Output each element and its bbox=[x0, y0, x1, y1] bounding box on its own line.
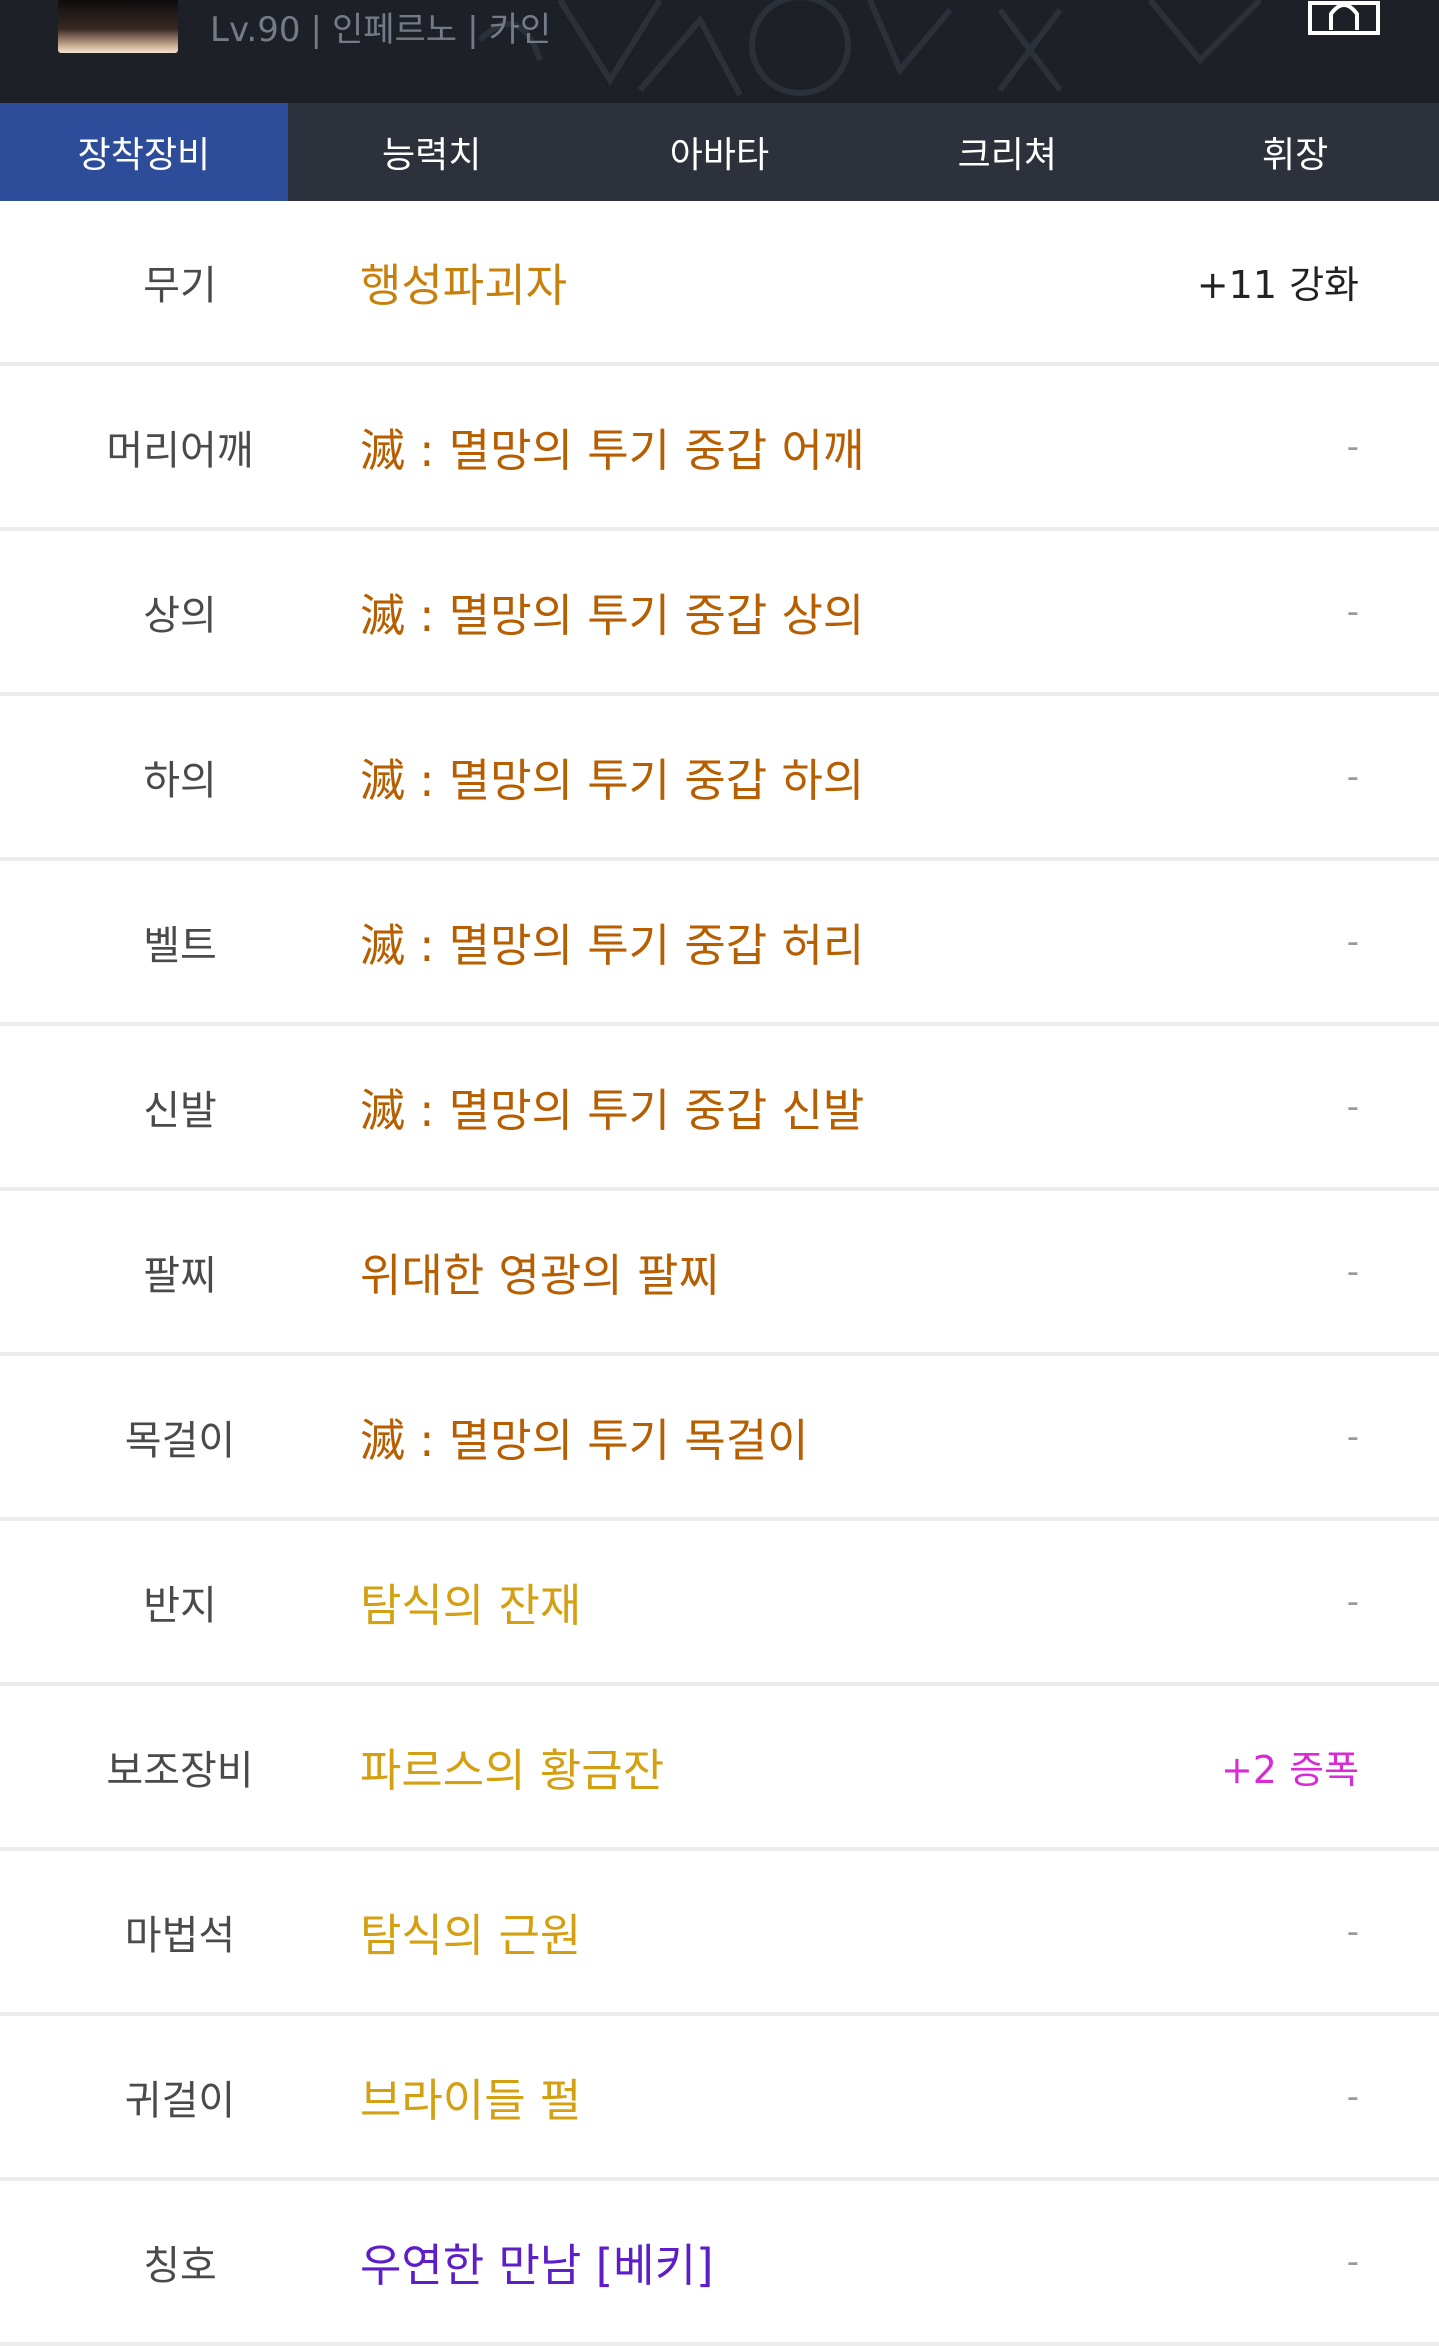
item-name[interactable]: 滅 : 멸망의 투기 중갑 허리 bbox=[360, 861, 864, 1022]
item-name[interactable]: 파르스의 황금잔 bbox=[360, 1686, 664, 1847]
character-server: 카인 bbox=[488, 10, 552, 50]
item-name[interactable]: 탐식의 잔재 bbox=[360, 1521, 581, 1682]
slot-label: 상의 bbox=[143, 592, 217, 639]
slot-label: 칭호 bbox=[143, 2242, 217, 2289]
character-avatar[interactable] bbox=[58, 0, 178, 53]
equipment-row-shoulder[interactable]: 머리어깨 滅 : 멸망의 투기 중갑 어깨 - bbox=[0, 366, 1439, 531]
item-name[interactable]: 브라이들 펄 bbox=[360, 2016, 581, 2177]
item-name[interactable]: 滅 : 멸망의 투기 중갑 신발 bbox=[360, 1026, 864, 1187]
slot-label: 하의 bbox=[143, 757, 217, 804]
equipment-row-top[interactable]: 상의 滅 : 멸망의 투기 중갑 상의 - bbox=[0, 531, 1439, 696]
info-separator: | bbox=[467, 10, 479, 50]
slot-label: 반지 bbox=[143, 1582, 217, 1629]
reinforce-level: +11 강화 bbox=[1196, 263, 1359, 307]
slot-label: 마법석 bbox=[124, 1912, 236, 1959]
reinforce-level: +2 증폭 bbox=[1220, 1748, 1359, 1792]
character-info: Lv.90 | 인페르노 | 카인 bbox=[210, 6, 551, 54]
shopping-bag-icon[interactable] bbox=[1307, 0, 1381, 36]
equipment-row-magic-stone[interactable]: 마법석 탐식의 근원 - bbox=[0, 1851, 1439, 2016]
slot-label: 보조장비 bbox=[106, 1747, 254, 1794]
slot-label: 머리어깨 bbox=[106, 427, 254, 474]
equipment-row-bracelet[interactable]: 팔찌 위대한 영광의 팔찌 - bbox=[0, 1191, 1439, 1356]
equipment-row-earring[interactable]: 귀걸이 브라이들 펄 - bbox=[0, 2016, 1439, 2181]
item-name[interactable]: 滅 : 멸망의 투기 중갑 상의 bbox=[360, 531, 864, 692]
info-separator: | bbox=[310, 10, 322, 50]
item-name[interactable]: 탐식의 근원 bbox=[360, 1851, 581, 2012]
equipment-row-necklace[interactable]: 목걸이 滅 : 멸망의 투기 목걸이 - bbox=[0, 1356, 1439, 1521]
slot-label: 벨트 bbox=[143, 922, 217, 969]
slot-label: 목걸이 bbox=[124, 1417, 236, 1464]
equipment-row-ring[interactable]: 반지 탐식의 잔재 - bbox=[0, 1521, 1439, 1686]
slot-label: 귀걸이 bbox=[124, 2077, 236, 2124]
character-job: 인페르노 bbox=[331, 10, 458, 50]
item-name[interactable]: 위대한 영광의 팔찌 bbox=[360, 1191, 720, 1352]
tab-equipment[interactable]: 장착장비 bbox=[0, 103, 288, 201]
character-level: Lv.90 bbox=[210, 10, 301, 50]
equipment-row-title[interactable]: 칭호 우연한 만남 [베키] - bbox=[0, 2181, 1439, 2346]
reinforce-level: - bbox=[1346, 1086, 1359, 1127]
equipment-row-weapon[interactable]: 무기 행성파괴자 +11 강화 bbox=[0, 201, 1439, 366]
item-name[interactable]: 행성파괴자 bbox=[360, 201, 567, 362]
tab-stats[interactable]: 능력치 bbox=[288, 103, 576, 201]
equipment-row-belt[interactable]: 벨트 滅 : 멸망의 투기 중갑 허리 - bbox=[0, 861, 1439, 1026]
equipment-row-bottom[interactable]: 하의 滅 : 멸망의 투기 중갑 하의 - bbox=[0, 696, 1439, 861]
reinforce-level: - bbox=[1346, 1416, 1359, 1457]
equipment-row-support[interactable]: 보조장비 파르스의 황금잔 +2 증폭 bbox=[0, 1686, 1439, 1851]
character-header: Lv.90 | 인페르노 | 카인 bbox=[0, 0, 1439, 103]
slot-label: 무기 bbox=[143, 262, 217, 309]
item-name[interactable]: 滅 : 멸망의 투기 목걸이 bbox=[360, 1356, 809, 1517]
tab-emblem[interactable]: 휘장 bbox=[1151, 103, 1439, 201]
equipment-row-shoes[interactable]: 신발 滅 : 멸망의 투기 중갑 신발 - bbox=[0, 1026, 1439, 1191]
reinforce-level: - bbox=[1346, 1911, 1359, 1952]
item-name[interactable]: 우연한 만남 [베키] bbox=[360, 2181, 714, 2342]
reinforce-level: - bbox=[1346, 2241, 1359, 2282]
reinforce-level: - bbox=[1346, 2076, 1359, 2117]
slot-label: 신발 bbox=[143, 1087, 217, 1134]
reinforce-level: - bbox=[1346, 1251, 1359, 1292]
reinforce-level: - bbox=[1346, 921, 1359, 962]
tab-avatar[interactable]: 아바타 bbox=[576, 103, 864, 201]
reinforce-level: - bbox=[1346, 426, 1359, 467]
reinforce-level: - bbox=[1346, 591, 1359, 632]
equipment-list: 무기 행성파괴자 +11 강화 머리어깨 滅 : 멸망의 투기 중갑 어깨 - … bbox=[0, 201, 1439, 2346]
slot-label: 팔찌 bbox=[143, 1252, 217, 1299]
reinforce-level: - bbox=[1346, 756, 1359, 797]
tab-creature[interactable]: 크리쳐 bbox=[863, 103, 1151, 201]
item-name[interactable]: 滅 : 멸망의 투기 중갑 어깨 bbox=[360, 366, 864, 527]
reinforce-level: - bbox=[1346, 1581, 1359, 1622]
item-name[interactable]: 滅 : 멸망의 투기 중갑 하의 bbox=[360, 696, 864, 857]
tab-bar: 장착장비 능력치 아바타 크리쳐 휘장 bbox=[0, 103, 1439, 201]
